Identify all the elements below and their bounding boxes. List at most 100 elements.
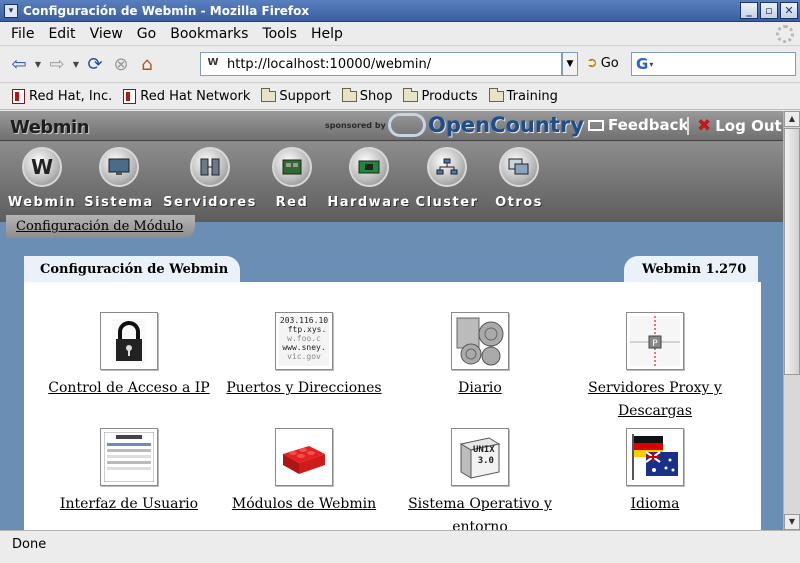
- back-button[interactable]: ⇦: [6, 52, 32, 78]
- bookmarks-toolbar: Red Hat, Inc. Red Hat Network Support Sh…: [0, 84, 800, 110]
- module-label[interactable]: Idioma: [630, 493, 679, 516]
- unix-box-icon: UNIX 3.0: [455, 432, 505, 482]
- stop-button[interactable]: ⊗: [108, 52, 134, 78]
- module-ports-addresses[interactable]: 203.116.10 ftp.xys. w.foo.c www.sney. vi…: [204, 312, 404, 400]
- forward-arrow-icon: ⇨: [49, 54, 65, 75]
- bookmark-red-hat-network[interactable]: Red Hat Network: [123, 89, 250, 104]
- module-icon-box[interactable]: [100, 428, 158, 486]
- menu-tools[interactable]: Tools: [255, 26, 304, 42]
- search-engine-dropdown-icon[interactable]: ▾: [649, 60, 653, 69]
- go-button[interactable]: ➲ Go: [586, 55, 619, 71]
- webmin-favicon-icon: W: [207, 57, 219, 68]
- menu-go[interactable]: Go: [130, 26, 163, 42]
- webmin-version: Webmin 1.270: [624, 256, 758, 282]
- throbber-icon: [776, 25, 794, 43]
- module-user-interface[interactable]: Interfaz de Usuario: [29, 428, 229, 516]
- category-red[interactable]: Red: [252, 147, 332, 210]
- maximize-button[interactable]: ▫: [760, 2, 778, 19]
- webmin-logo[interactable]: Webmin: [10, 117, 90, 138]
- module-proxy-servers[interactable]: P Servidores Proxy y Descargas: [555, 312, 755, 423]
- forward-history-dropdown[interactable]: ▼: [70, 60, 82, 69]
- bookmark-label: Training: [506, 89, 558, 104]
- opencountry-logo[interactable]: OpenCountry: [388, 113, 584, 137]
- category-nav: W Webmin Sistema Servidores Red Hardware…: [0, 142, 783, 222]
- category-label: Sistema: [84, 195, 154, 210]
- menu-bookmarks[interactable]: Bookmarks: [163, 26, 255, 42]
- header-divider: [687, 117, 689, 135]
- unix-icon-text: 3.0: [477, 456, 494, 466]
- module-label[interactable]: Módulos de Webmin: [232, 493, 376, 516]
- module-icon-box[interactable]: 203.116.10 ftp.xys. w.foo.c www.sney. vi…: [275, 312, 333, 370]
- window-titlebar: ▾ Configuración de Webmin - Mozilla Fire…: [0, 0, 800, 22]
- module-icon-box[interactable]: UNIX 3.0: [451, 428, 509, 486]
- menu-edit[interactable]: Edit: [41, 26, 82, 42]
- google-search-icon[interactable]: G: [636, 55, 648, 73]
- network-card-icon: [272, 147, 312, 187]
- bookmark-label: Red Hat, Inc.: [29, 89, 113, 104]
- url-text[interactable]: http://localhost:10000/webmin/: [227, 57, 431, 72]
- url-history-dropdown[interactable]: ▼: [562, 52, 578, 76]
- navigation-toolbar: ⇦ ▼ ⇨ ▼ ⟳ ⊗ ⌂ W http://localhost:10000/w…: [0, 47, 800, 83]
- module-config-link[interactable]: Configuración de Módulo: [6, 215, 196, 238]
- reload-button[interactable]: ⟳: [82, 52, 108, 78]
- module-webmin-modules[interactable]: Módulos de Webmin: [204, 428, 404, 516]
- bookmark-folder-shop[interactable]: Shop: [341, 88, 393, 104]
- module-language[interactable]: Idioma: [555, 428, 755, 516]
- module-label[interactable]: Servidores Proxy y Descargas: [555, 377, 755, 423]
- category-hardware[interactable]: Hardware: [327, 147, 409, 210]
- module-icon-box[interactable]: [626, 428, 684, 486]
- category-servidores[interactable]: Servidores: [163, 147, 255, 210]
- menu-file[interactable]: File: [4, 26, 41, 42]
- windows-stack-icon: [499, 147, 539, 187]
- feedback-link[interactable]: Feedback: [588, 116, 688, 134]
- bookmark-folder-support[interactable]: Support: [261, 88, 331, 104]
- scroll-thumb[interactable]: [784, 128, 800, 375]
- category-webmin[interactable]: W Webmin: [2, 147, 82, 210]
- module-icon-box[interactable]: [100, 312, 158, 370]
- scroll-down-button[interactable]: ▼: [784, 514, 800, 530]
- module-icon-box[interactable]: [275, 428, 333, 486]
- module-label[interactable]: Puertos y Direcciones: [226, 377, 381, 400]
- search-box[interactable]: G ▾: [631, 52, 796, 76]
- lock-icon: [104, 316, 154, 366]
- envelope-icon: [588, 119, 604, 131]
- module-icon-box[interactable]: [451, 312, 509, 370]
- bookmark-red-hat-inc[interactable]: Red Hat, Inc.: [12, 89, 112, 104]
- module-label[interactable]: Diario: [458, 377, 502, 400]
- ports-icon-text: w.foo.c: [287, 334, 321, 343]
- home-button[interactable]: ⌂: [134, 52, 160, 78]
- bookmark-folder-training[interactable]: Training: [488, 88, 558, 104]
- forward-button[interactable]: ⇨: [44, 52, 70, 78]
- category-cluster[interactable]: Cluster: [407, 147, 487, 210]
- sponsor-name: OpenCountry: [428, 113, 584, 137]
- bookmark-label: Shop: [359, 89, 393, 104]
- category-sistema[interactable]: Sistema: [79, 147, 159, 210]
- close-button[interactable]: ✕: [780, 2, 798, 19]
- module-label[interactable]: Interfaz de Usuario: [60, 493, 198, 516]
- category-otros[interactable]: Otros: [479, 147, 559, 210]
- module-label[interactable]: Control de Acceso a IP: [48, 377, 209, 400]
- monitor-icon: [99, 147, 139, 187]
- menu-view[interactable]: View: [83, 26, 130, 42]
- page-viewport: Webmin sponsored by OpenCountry Feedback…: [0, 111, 783, 530]
- logout-label: Log Out: [715, 117, 782, 135]
- scroll-up-button[interactable]: ▲: [784, 111, 800, 127]
- module-ip-access-control[interactable]: Control de Acceso a IP: [29, 312, 229, 400]
- back-history-dropdown[interactable]: ▼: [32, 60, 44, 69]
- ports-icon-text: vic.gov: [287, 352, 321, 361]
- minimize-button[interactable]: _: [740, 2, 758, 19]
- vertical-scrollbar[interactable]: ▲ ▼: [783, 111, 800, 530]
- module-icon-box[interactable]: P: [626, 312, 684, 370]
- bookmark-folder-products[interactable]: Products: [403, 88, 478, 104]
- module-label[interactable]: Sistema Operativo y entorno: [380, 493, 580, 530]
- firefox-window-icon[interactable]: ▾: [4, 3, 18, 18]
- folder-icon: [403, 88, 419, 102]
- webmin-category-icon: W: [22, 147, 62, 187]
- url-bar[interactable]: W http://localhost:10000/webmin/: [200, 52, 562, 76]
- home-icon: ⌂: [141, 54, 153, 75]
- go-label: Go: [600, 55, 619, 71]
- module-logs[interactable]: Diario: [380, 312, 580, 400]
- module-operating-system[interactable]: UNIX 3.0 Sistema Operativo y entorno: [380, 428, 580, 530]
- logout-link[interactable]: ✖ Log Out: [697, 116, 782, 136]
- menu-help[interactable]: Help: [304, 26, 350, 42]
